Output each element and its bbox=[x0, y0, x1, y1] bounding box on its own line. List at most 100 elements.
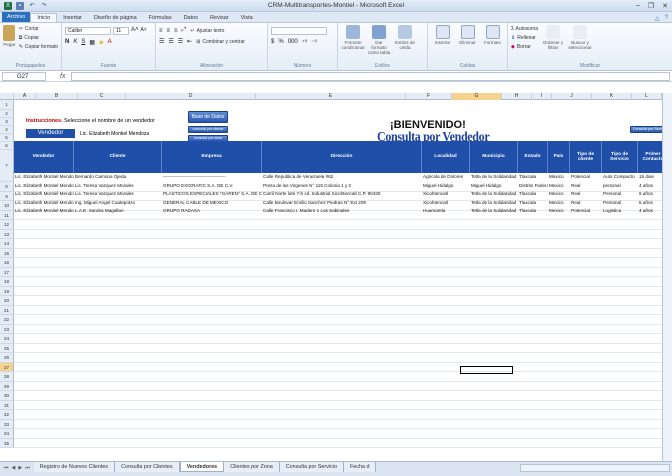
col-header[interactable]: G bbox=[452, 93, 502, 100]
row-header[interactable]: 14 bbox=[0, 239, 14, 249]
table-cell[interactable]: Xicohtencatl bbox=[422, 191, 470, 197]
th-empresa[interactable]: Empresa bbox=[162, 141, 262, 173]
tab-home[interactable]: Inicio bbox=[30, 13, 58, 22]
table-cell[interactable]: Calle Francisco I. Madero 1 Los Sabinale… bbox=[262, 208, 422, 214]
table-row[interactable]: Lic. Elizabeth Montiel Mendoza L.A.E. San… bbox=[14, 208, 668, 214]
th-localidad[interactable]: Localidad bbox=[422, 141, 470, 173]
row-header[interactable]: 22 bbox=[0, 315, 14, 325]
row-header[interactable]: 16 bbox=[0, 258, 14, 268]
table-cell[interactable]: Real bbox=[570, 191, 602, 197]
merge-center-button[interactable]: ⊞ Combinar y centrar bbox=[196, 39, 245, 45]
th-cliente[interactable]: Cliente bbox=[74, 141, 162, 173]
row-header[interactable]: 15 bbox=[0, 248, 14, 258]
row-header[interactable]: 20 bbox=[0, 296, 14, 306]
decrease-decimal-icon[interactable]: ⁻⁰ bbox=[311, 39, 317, 46]
row-header[interactable]: 30 bbox=[0, 391, 14, 401]
base-de-datos-button[interactable]: Base de Datos bbox=[188, 111, 228, 123]
active-cell-g27[interactable] bbox=[460, 366, 513, 374]
table-cell[interactable]: personal bbox=[602, 183, 638, 189]
row-header[interactable]: 35 bbox=[0, 438, 14, 448]
minimize-icon[interactable]: – bbox=[636, 2, 640, 10]
row-header[interactable]: 25 bbox=[0, 343, 14, 353]
row-header[interactable]: 21 bbox=[0, 305, 14, 315]
row-header[interactable]: 10 bbox=[0, 201, 14, 211]
align-top-icon[interactable]: ≡ bbox=[159, 28, 163, 34]
table-cell[interactable]: GENERAL CABLE DE MEXICO bbox=[162, 200, 262, 206]
horizontal-scrollbar[interactable] bbox=[520, 464, 670, 472]
select-all-corner[interactable] bbox=[0, 93, 14, 100]
paste-button[interactable]: Pegar bbox=[3, 25, 16, 50]
table-cell[interactable]: Tetla de la Solidaridad bbox=[470, 208, 518, 214]
thousands-icon[interactable]: 000 bbox=[288, 39, 298, 46]
row-header[interactable]: 13 bbox=[0, 229, 14, 239]
table-cell[interactable]: Logistica bbox=[602, 208, 638, 214]
table-cell[interactable]: Mexico bbox=[548, 191, 570, 197]
tab-view[interactable]: Vista bbox=[235, 14, 259, 22]
tab-file[interactable]: Archivo bbox=[2, 12, 31, 22]
row-header[interactable]: 27 bbox=[0, 362, 14, 372]
vertical-scrollbar[interactable] bbox=[662, 93, 672, 461]
table-cell[interactable]: Real bbox=[570, 183, 602, 189]
worksheet[interactable]: A B C D E F G H I J K L 1 2 3 4 5 6 7 8 9 10 11 12 1… bbox=[0, 93, 672, 461]
table-cell[interactable]: Tetla de la Solidaridad bbox=[470, 191, 518, 197]
table-cell[interactable]: Mexico bbox=[548, 200, 570, 206]
table-cell[interactable]: Tlaxcala bbox=[518, 208, 548, 214]
prev-sheet-icon[interactable]: ◀ bbox=[12, 465, 16, 471]
help-icon[interactable]: ? bbox=[665, 15, 668, 22]
underline-icon[interactable]: S bbox=[81, 39, 85, 46]
table-cell[interactable]: ----------------------------------------… bbox=[162, 174, 262, 180]
table-cell[interactable]: Lic. Elizabeth Montiel Mendoza bbox=[14, 183, 74, 189]
table-cell[interactable]: Tlaxcala bbox=[518, 191, 548, 197]
row-header[interactable]: 29 bbox=[0, 381, 14, 391]
table-cell[interactable]: Mexico bbox=[548, 183, 570, 189]
th-tipo-servicio[interactable]: Tipo de Servicio bbox=[602, 141, 638, 173]
th-vendedor[interactable]: Vendedor bbox=[14, 141, 74, 173]
align-bottom-icon[interactable]: ≡ bbox=[174, 28, 178, 34]
col-header[interactable]: F bbox=[406, 93, 452, 100]
font-size-select[interactable]: 11 bbox=[113, 27, 129, 35]
fill-button[interactable]: ⬇ Rellenar bbox=[511, 35, 538, 41]
tab-insert[interactable]: Insertar bbox=[57, 14, 88, 22]
copy-button[interactable]: ⧉ Copiar bbox=[19, 35, 58, 41]
currency-icon[interactable]: $ bbox=[271, 39, 274, 46]
bold-icon[interactable]: N bbox=[65, 39, 69, 46]
row-header[interactable]: 6 bbox=[0, 142, 14, 150]
table-cell[interactable]: Tetla de la Solidaridad bbox=[470, 174, 518, 180]
row-header[interactable]: 23 bbox=[0, 324, 14, 334]
table-row[interactable]: Lic. Elizabeth Montiel Mendoza Ing. Migue… bbox=[14, 200, 668, 206]
th-direccion[interactable]: Dirección bbox=[262, 141, 422, 173]
tab-page-layout[interactable]: Diseño de página bbox=[88, 14, 143, 22]
table-cell[interactable]: Personal bbox=[602, 200, 638, 206]
col-header[interactable]: D bbox=[126, 93, 256, 100]
italic-icon[interactable]: K bbox=[73, 39, 77, 46]
align-right-icon[interactable]: ☰ bbox=[178, 38, 183, 45]
table-cell[interactable]: Personal bbox=[602, 191, 638, 197]
th-municipio[interactable]: Municipio bbox=[470, 141, 518, 173]
name-box[interactable]: G27 bbox=[2, 71, 46, 81]
table-cell[interactable]: Mexico bbox=[548, 208, 570, 214]
borders-icon[interactable]: ▦ bbox=[89, 39, 95, 46]
close-icon[interactable]: ✕ bbox=[662, 2, 668, 10]
tab-review[interactable]: Revisar bbox=[204, 14, 235, 22]
col-header[interactable]: I bbox=[532, 93, 552, 100]
sheet-tab-clientes-zona[interactable]: Clientes por Zona bbox=[224, 462, 280, 472]
first-sheet-icon[interactable]: ⏮ bbox=[4, 465, 9, 471]
orientation-icon[interactable]: ⤢ bbox=[182, 27, 187, 34]
row-header[interactable]: 34 bbox=[0, 429, 14, 439]
row-header[interactable]: 3 bbox=[0, 118, 14, 126]
grow-font-icon[interactable]: A˄ bbox=[131, 27, 139, 35]
fx-icon[interactable]: fx bbox=[60, 73, 65, 80]
row-header[interactable]: 5 bbox=[0, 134, 14, 142]
table-cell[interactable]: Huamantla bbox=[422, 208, 470, 214]
table-cell[interactable]: Lic. Elizabeth Montiel Mendoza bbox=[14, 208, 74, 214]
table-cell[interactable]: Mexico bbox=[548, 174, 570, 180]
row-header[interactable]: 9 bbox=[0, 191, 14, 201]
row-header[interactable]: 26 bbox=[0, 353, 14, 363]
sheet-tab-registro[interactable]: Registro de Nuevos Clientes bbox=[33, 462, 116, 472]
restore-icon[interactable]: ❐ bbox=[648, 2, 654, 10]
row-header[interactable]: 32 bbox=[0, 410, 14, 420]
table-cell[interactable]: Calle Republica de Venezuela #62 bbox=[262, 174, 422, 180]
table-cell[interactable]: GRUPO EXIGRAFIC S.A. DE C.V. bbox=[162, 183, 262, 189]
th-estado[interactable]: Estado bbox=[518, 141, 548, 173]
align-left-icon[interactable]: ☰ bbox=[159, 38, 164, 45]
